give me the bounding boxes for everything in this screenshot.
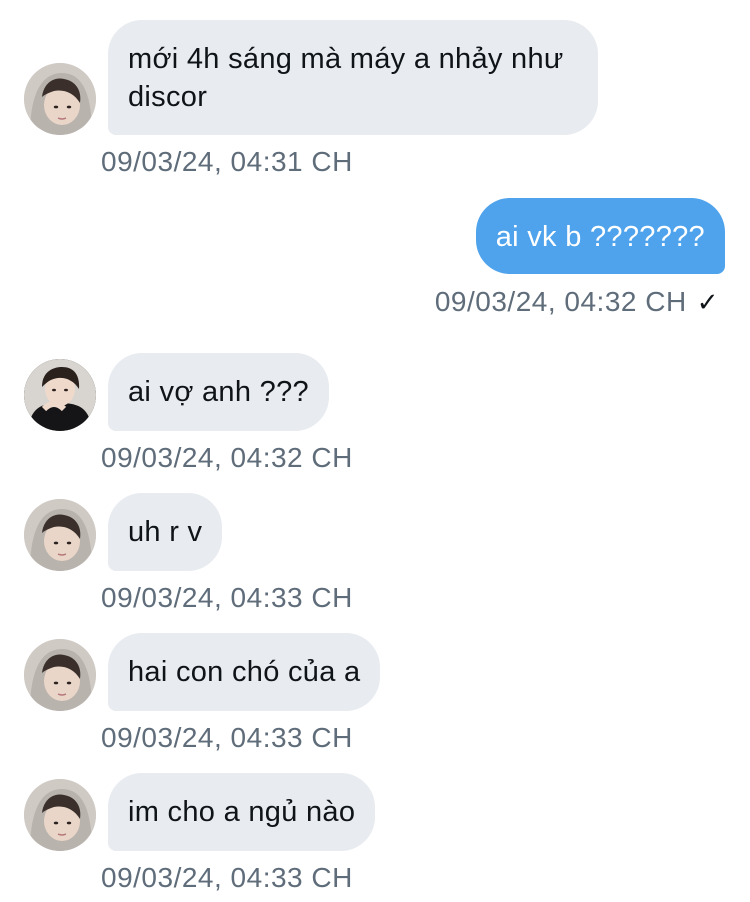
avatar[interactable] [24,639,96,711]
message-bubble[interactable]: hai con chó của a [108,633,381,711]
message-bubble[interactable]: im cho a ngủ nào [108,773,376,851]
message-timestamp: 09/03/24, 04:31 CH [101,146,353,177]
message-bubble[interactable]: ai vợ anh ??? [108,353,329,431]
message-timestamp: 09/03/24, 04:33 CH [101,582,353,613]
message-bubble[interactable]: uh r v [108,493,223,571]
avatar[interactable] [24,499,96,571]
message-timestamp: 09/03/24, 04:33 CH [101,722,353,753]
avatar[interactable] [24,359,96,431]
message-timestamp: 09/03/24, 04:32 CH [101,442,353,473]
timestamp-text: 09/03/24, 04:32 CH [434,286,687,317]
message-bubble[interactable]: ai vk b ??????? [475,198,725,274]
conversation: mới 4h sáng mà máy a nhảy như discor 09/… [0,0,750,902]
message-timestamp: 09/03/24, 04:33 CH [101,862,353,893]
message-bubble[interactable]: mới 4h sáng mà máy a nhảy như discor [108,20,598,135]
avatar[interactable] [24,63,96,135]
avatar[interactable] [24,779,96,851]
check-icon: ✓ [696,287,719,317]
message-timestamp: 09/03/24, 04:32 CH ✓ [435,285,719,319]
